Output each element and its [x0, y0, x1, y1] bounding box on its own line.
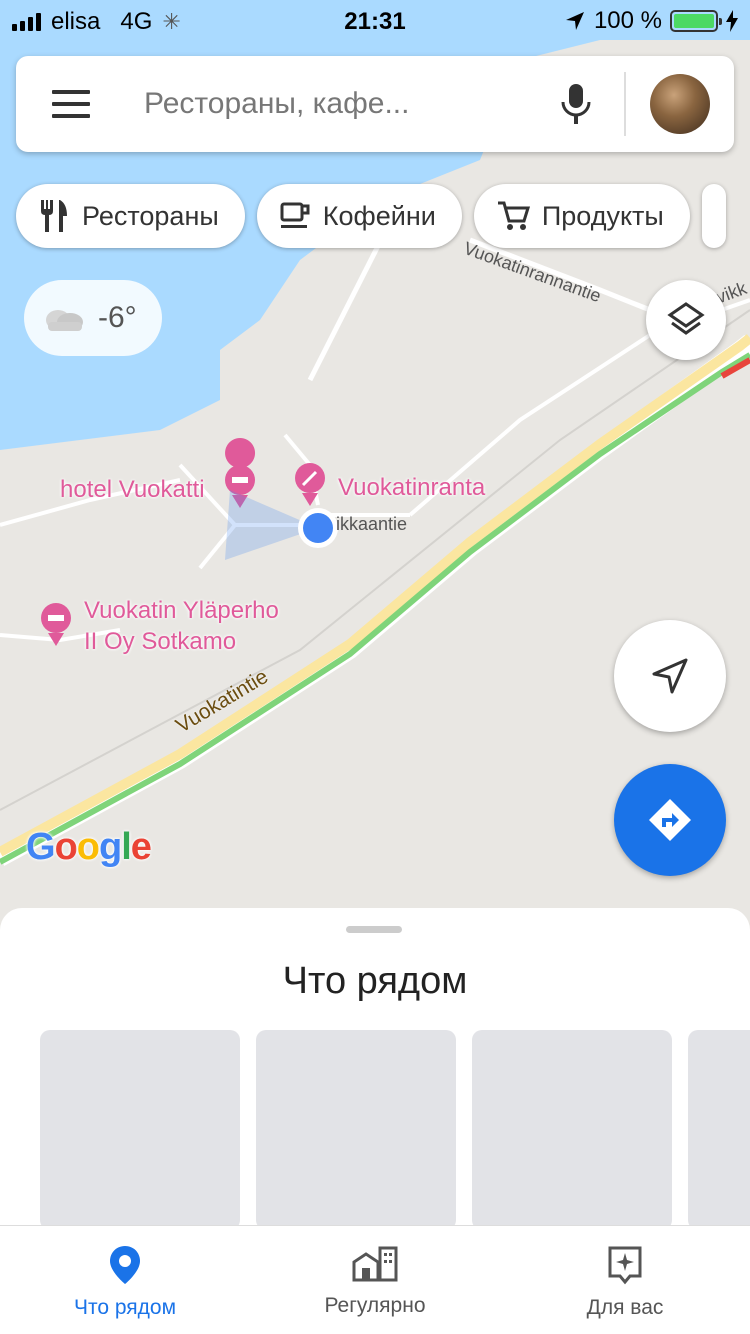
weather-badge[interactable]: -6° — [24, 280, 162, 356]
chip-groceries[interactable]: Продукты — [473, 184, 690, 248]
layers-button[interactable] — [646, 280, 726, 360]
nearby-cards — [40, 1030, 750, 1230]
tab-commute[interactable]: Регулярно — [250, 1226, 500, 1334]
tab-for-you-label: Для вас — [586, 1296, 664, 1319]
navigation-arrow-icon — [652, 658, 688, 694]
sheet-drag-handle[interactable] — [346, 926, 402, 933]
search-input[interactable] — [144, 80, 524, 128]
sheet-title: Что рядом — [282, 960, 468, 1002]
pin-icon — [110, 1246, 140, 1284]
nearby-card[interactable] — [256, 1030, 456, 1230]
chip-cafes[interactable]: Кофейни — [256, 184, 462, 248]
nearby-card[interactable] — [472, 1030, 672, 1230]
search-divider — [624, 72, 626, 136]
commute-icon — [352, 1246, 398, 1282]
battery-icon — [670, 10, 722, 32]
my-location-button[interactable] — [614, 620, 726, 732]
tab-explore-label: Что рядом — [73, 1296, 177, 1319]
road-label-near: ikkaantie — [336, 514, 408, 534]
location-arrow-icon — [565, 12, 584, 30]
chip-cafes-label: Кофейни — [322, 200, 436, 231]
tab-explore[interactable]: Что рядом — [0, 1226, 250, 1334]
chip-groceries-label: Продукты — [541, 200, 664, 231]
chip-restaurants[interactable]: Рестораны — [16, 184, 245, 248]
directions-button[interactable] — [614, 764, 726, 876]
layers-icon — [667, 302, 705, 335]
weather-temperature: -6° — [98, 301, 137, 334]
poi-ylaperho-line2[interactable]: II Oy Sotkamo — [84, 628, 236, 656]
search-bar — [16, 56, 734, 152]
nearby-sheet[interactable]: Что рядом — [0, 908, 750, 1238]
fork-knife-icon — [41, 200, 67, 232]
bottom-tab-bar: Что рядом Регулярно Для вас — [0, 1225, 750, 1334]
microphone-icon[interactable] — [558, 82, 594, 126]
menu-icon[interactable] — [52, 90, 90, 118]
avatar[interactable] — [650, 74, 710, 134]
chip-more[interactable] — [701, 184, 726, 248]
nearby-card[interactable] — [688, 1030, 750, 1230]
poi-ylaperho-line1[interactable]: Vuokatin Yläperho — [84, 597, 279, 625]
status-bar: elisa 4G ✳ 21:31 100 % — [0, 0, 750, 40]
directions-icon — [649, 799, 691, 841]
nearby-card[interactable] — [40, 1030, 240, 1230]
coffee-cup-icon — [280, 202, 310, 228]
shopping-cart-icon — [497, 201, 530, 230]
tab-commute-label: Регулярно — [324, 1294, 426, 1317]
sparkle-icon — [608, 1246, 642, 1285]
poi-hotel-vuokatti[interactable]: hotel Vuokatti — [60, 476, 205, 504]
google-logo: Google — [26, 826, 152, 868]
poi-vuokatinranta[interactable]: Vuokatinranta — [338, 474, 485, 502]
tab-for-you[interactable]: Для вас — [500, 1226, 750, 1334]
cloudy-icon — [46, 310, 83, 331]
charging-bolt-icon — [726, 10, 738, 32]
category-chips: Рестораны Кофейни Продукты — [16, 184, 726, 248]
chip-restaurants-label: Рестораны — [82, 200, 219, 231]
battery-percent: 100 % — [593, 7, 662, 34]
